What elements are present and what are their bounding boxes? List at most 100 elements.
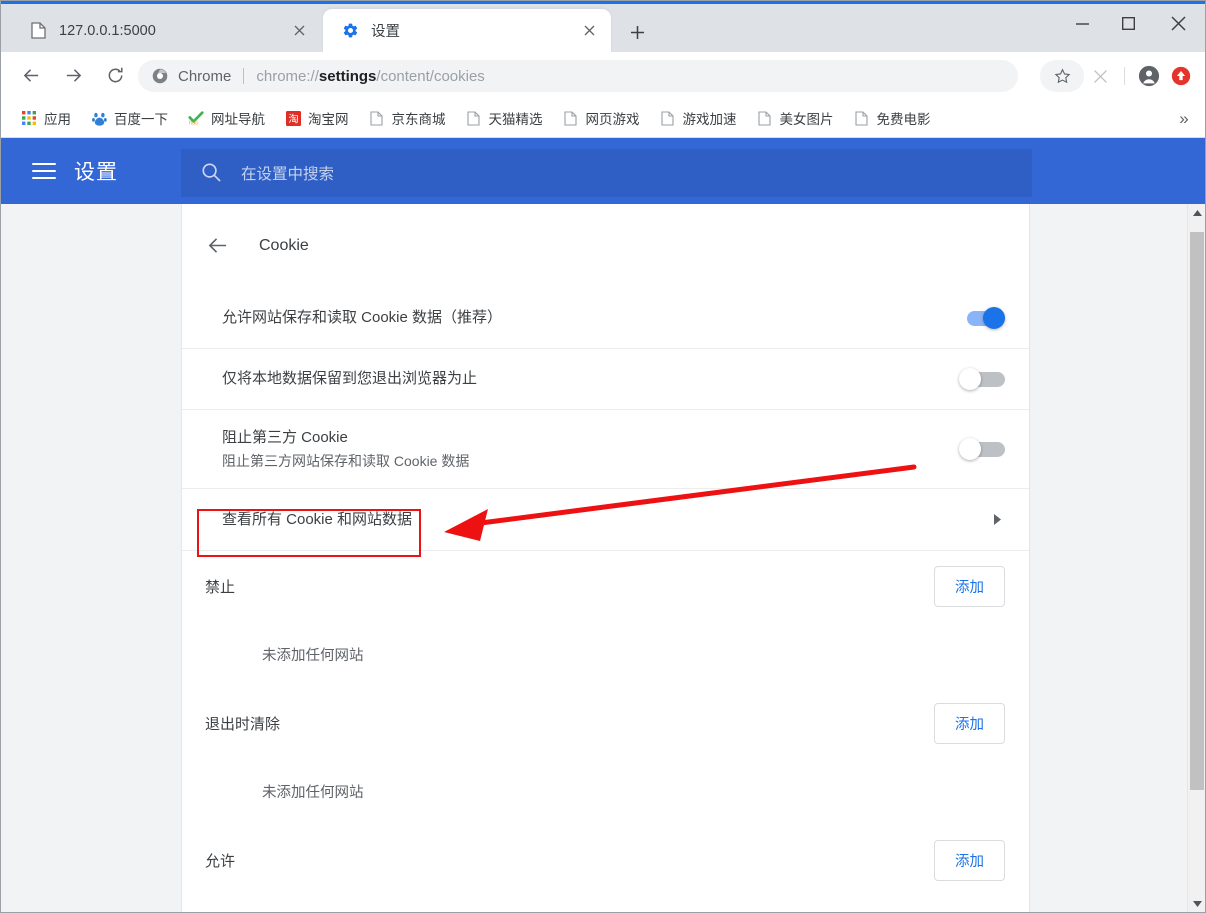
baidu-icon — [91, 110, 107, 126]
update-arrow-icon[interactable] — [1165, 60, 1197, 92]
toggle-knob — [959, 368, 981, 390]
forward-arrow-icon[interactable] — [57, 60, 89, 92]
settings-content-area: Cookie 允许网站保存和读取 Cookie 数据（推荐） 仅将本地数据保留到… — [1, 204, 1187, 912]
empty-state-clear-on-exit: 未添加任何网站 — [262, 785, 364, 801]
row-title: 阻止第三方 Cookie — [222, 428, 348, 446]
browser-tab-2[interactable]: 设置 — [323, 9, 611, 52]
chevron-right-icon — [989, 513, 1005, 526]
toggle-allow-cookies[interactable] — [959, 306, 1005, 329]
tab-strip: 127.0.0.1:5000 设置 — [1, 1, 1205, 52]
toggle-block-third-party[interactable] — [959, 438, 1005, 460]
page-icon — [369, 110, 385, 126]
bookmark-freemovies[interactable]: 免费电影 — [846, 104, 939, 132]
row-subtitle: 阻止第三方网站保存和读取 Cookie 数据 — [222, 452, 470, 469]
setting-row-session-only[interactable]: 仅将本地数据保留到您退出浏览器为止 — [182, 348, 1029, 409]
page-icon — [757, 110, 773, 126]
chrome-logo-icon — [152, 68, 168, 84]
back-arrow-icon[interactable] — [15, 60, 47, 92]
scroll-up-icon[interactable] — [1188, 204, 1205, 222]
toolbar-right-actions — [1040, 60, 1197, 92]
search-placeholder: 在设置中搜索 — [241, 166, 335, 183]
browser-window: 127.0.0.1:5000 设置 Chrome chrome://settin… — [0, 0, 1206, 913]
svg-text:淘: 淘 — [288, 112, 298, 125]
bookmark-label: 网址导航 — [211, 112, 265, 127]
browser-tab-1[interactable]: 127.0.0.1:5000 — [11, 9, 321, 52]
scroll-down-icon[interactable] — [1188, 894, 1205, 912]
toolbar-divider — [1124, 67, 1125, 85]
search-icon — [201, 162, 223, 184]
omnibox-scheme-label: Chrome — [178, 67, 232, 85]
bookmark-label: 游戏加速 — [682, 112, 737, 127]
hao123-icon: hao — [188, 110, 204, 126]
page-icon — [854, 110, 870, 126]
toggle-session-only[interactable] — [959, 368, 1005, 390]
bookmark-jd[interactable]: 京东商城 — [361, 104, 454, 132]
tab-title: 设置 — [371, 24, 400, 40]
bookmark-photos[interactable]: 美女图片 — [749, 104, 842, 132]
settings-header: 设置 在设置中搜索 — [1, 138, 1205, 204]
close-icon[interactable] — [287, 19, 311, 43]
url-bold: settings — [318, 67, 377, 85]
see-all-cookies-row[interactable]: 查看所有 Cookie 和网站数据 — [182, 488, 1029, 550]
bookmark-label: 天猫精选 — [488, 112, 543, 127]
scrollbar-thumb[interactable] — [1190, 232, 1204, 790]
toggle-knob — [983, 306, 1005, 329]
bookmark-label: 免费电影 — [876, 112, 931, 127]
close-icon[interactable] — [577, 19, 601, 43]
window-close-button[interactable] — [1151, 7, 1205, 40]
bookmark-label: 京东商城 — [391, 112, 446, 127]
profile-avatar-icon[interactable] — [1133, 60, 1165, 92]
add-button-block[interactable]: 添加 — [934, 566, 1005, 607]
bookmark-hao123[interactable]: hao 网址导航 — [180, 104, 273, 132]
add-button-clear-on-exit[interactable]: 添加 — [934, 702, 1005, 744]
browser-toolbar: Chrome chrome://settings/content/cookies — [1, 52, 1205, 99]
reload-icon[interactable] — [99, 60, 131, 92]
page-icon — [29, 22, 47, 40]
bookmark-webgames[interactable]: 网页游戏 — [555, 104, 648, 132]
bookmark-baidu[interactable]: 百度一下 — [83, 104, 176, 132]
see-all-cookies-label: 查看所有 Cookie 和网站数据 — [222, 510, 413, 528]
section-allow-header: 允许 添加 — [182, 824, 1029, 896]
section-title: 退出时清除 — [205, 715, 281, 733]
empty-state-block: 未添加任何网站 — [262, 648, 364, 664]
url-suffix: /content/cookies — [376, 67, 485, 85]
row-title: 允许网站保存和读取 Cookie 数据（推荐） — [222, 308, 503, 326]
bookmark-label: 应用 — [44, 112, 71, 127]
bookmark-taobao[interactable]: 淘 淘宝网 — [277, 104, 357, 132]
window-controls — [1059, 7, 1205, 40]
add-button-allow[interactable]: 添加 — [934, 839, 1005, 881]
card-header: Cookie — [182, 204, 1029, 287]
gear-icon — [341, 22, 359, 40]
cookie-settings-card: Cookie 允许网站保存和读取 Cookie 数据（推荐） 仅将本地数据保留到… — [181, 204, 1030, 912]
bookmark-label: 淘宝网 — [308, 112, 349, 127]
section-clear-on-exit-header: 退出时清除 添加 — [182, 687, 1029, 759]
hamburger-menu-icon[interactable] — [32, 159, 56, 183]
minimize-button[interactable] — [1059, 7, 1105, 40]
tab-title: 127.0.0.1:5000 — [59, 22, 156, 39]
bookmarks-overflow-button[interactable]: » — [1173, 108, 1195, 130]
bookmark-label: 百度一下 — [114, 112, 168, 127]
page-icon — [466, 110, 482, 126]
address-bar[interactable]: Chrome chrome://settings/content/cookies — [138, 60, 1018, 92]
bookmark-label: 网页游戏 — [585, 112, 640, 127]
page-icon — [563, 110, 579, 126]
bookmark-tmall[interactable]: 天猫精选 — [458, 104, 551, 132]
bookmark-apps[interactable]: 应用 — [13, 104, 79, 132]
omnibox-url: chrome://settings/content/cookies — [256, 68, 484, 85]
setting-row-block-third-party[interactable]: 阻止第三方 Cookie 阻止第三方网站保存和读取 Cookie 数据 — [182, 409, 1029, 488]
bookmark-gameboost[interactable]: 游戏加速 — [652, 104, 745, 132]
x-extension-icon[interactable] — [1084, 60, 1116, 92]
back-arrow-icon[interactable] — [205, 234, 229, 258]
page-scrollbar[interactable] — [1187, 204, 1205, 912]
setting-row-allow-cookies[interactable]: 允许网站保存和读取 Cookie 数据（推荐） — [182, 287, 1029, 348]
bookmark-label: 美女图片 — [779, 112, 834, 127]
section-title: 允许 — [205, 852, 236, 870]
toggle-knob — [959, 438, 981, 460]
omnibox-divider — [243, 68, 245, 84]
section-title: 禁止 — [205, 579, 236, 596]
svg-text:hao: hao — [189, 120, 199, 125]
maximize-button[interactable] — [1105, 7, 1151, 40]
new-tab-button[interactable] — [623, 18, 651, 46]
settings-search-input[interactable]: 在设置中搜索 — [181, 149, 1032, 197]
star-icon[interactable] — [1040, 60, 1084, 92]
